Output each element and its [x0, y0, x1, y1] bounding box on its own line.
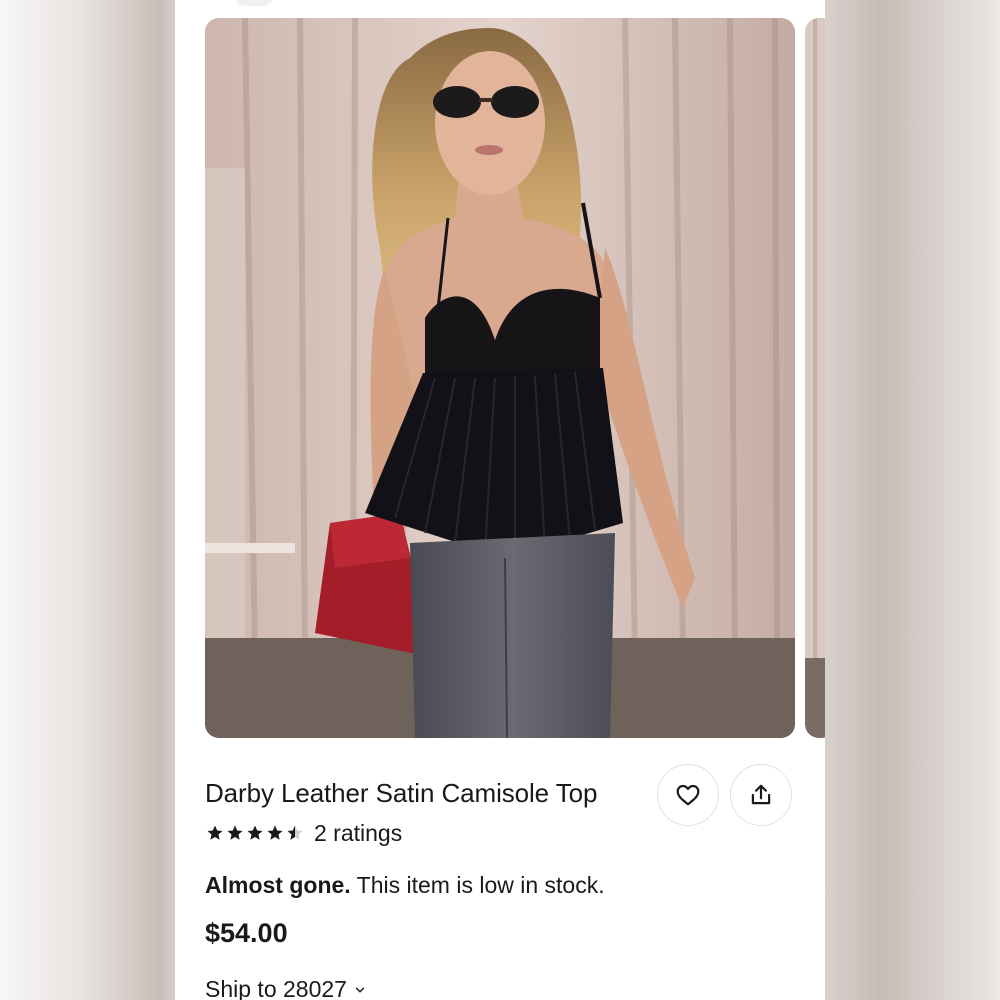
chevron-down-icon: [355, 986, 365, 993]
star-icon: [247, 825, 263, 840]
product-screen: Darby Leather Satin Camisole Top 2 ratin…: [175, 0, 825, 1000]
half-star-icon: [287, 825, 303, 840]
model-photo-illustration: [205, 18, 795, 738]
product-image[interactable]: [205, 18, 795, 738]
rating-count[interactable]: 2 ratings: [314, 820, 402, 847]
rating-row[interactable]: 2 ratings: [206, 818, 402, 848]
next-image-preview: [805, 18, 825, 738]
star-icon: [267, 825, 283, 840]
share-button[interactable]: [730, 764, 792, 826]
favorite-button[interactable]: [657, 764, 719, 826]
top-control-pill[interactable]: [235, 0, 273, 6]
share-icon: [751, 784, 771, 805]
ship-to-selector[interactable]: Ship to 28027: [205, 976, 367, 1000]
product-price: $54.00: [205, 918, 288, 948]
next-image-peek[interactable]: [805, 18, 825, 738]
stock-status-strong: Almost gone.: [205, 872, 351, 898]
stock-status-text: This item is low in stock.: [350, 872, 605, 898]
heart-icon: [676, 784, 700, 806]
star-icon: [207, 825, 223, 840]
star-icon: [227, 825, 243, 840]
ship-to-label: Ship to 28027: [205, 976, 347, 1000]
stock-status: Almost gone. This item is low in stock.: [205, 872, 605, 899]
star-rating: [206, 824, 304, 842]
product-title: Darby Leather Satin Camisole Top: [205, 778, 598, 808]
